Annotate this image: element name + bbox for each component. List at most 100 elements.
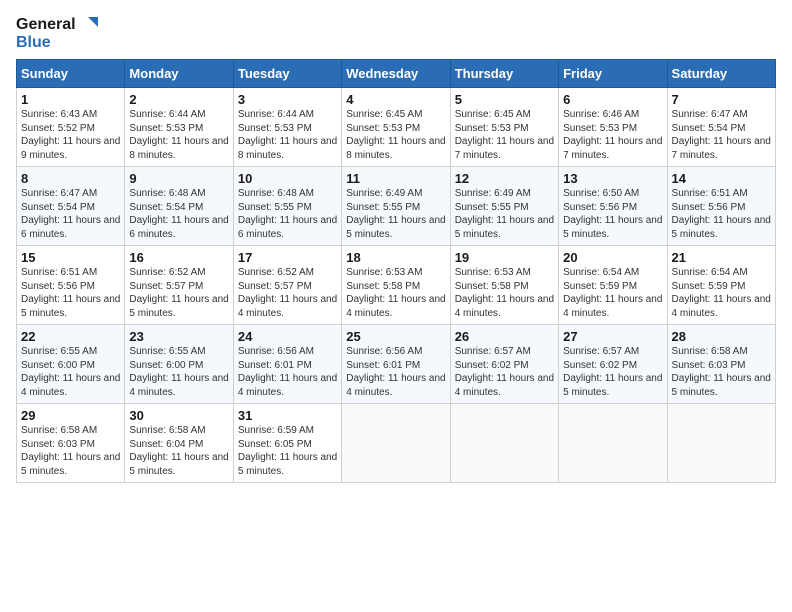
calendar-cell: 26Sunrise: 6:57 AMSunset: 6:02 PMDayligh… — [450, 325, 558, 404]
calendar-cell: 12 Sunrise: 6:49 AMSunset: 5:55 PMDayligh… — [450, 167, 558, 246]
day-number: 1 — [21, 92, 120, 107]
day-number: 27 — [563, 329, 662, 344]
calendar-cell: 23 Sunrise: 6:55 AMSunset: 6:00 PMDayligh… — [125, 325, 233, 404]
day-number: 7 — [672, 92, 771, 107]
day-number: 26 — [455, 329, 554, 344]
day-number: 6 — [563, 92, 662, 107]
logo-text-block: General Blue — [16, 16, 98, 51]
cell-info: Sunrise: 6:57 AMSunset: 6:02 PMDaylight:… — [563, 346, 662, 398]
day-number: 5 — [455, 92, 554, 107]
weekday-header: Thursday — [450, 60, 558, 88]
calendar-cell: 31 Sunrise: 6:59 AMSunset: 6:05 PMDayligh… — [233, 404, 341, 483]
calendar-cell: 6 Sunrise: 6:46 AMSunset: 5:53 PMDaylight… — [559, 88, 667, 167]
calendar-cell — [559, 404, 667, 483]
cell-info: Sunrise: 6:46 AMSunset: 5:53 PMDaylight:… — [563, 109, 662, 161]
calendar-cell: 24Sunrise: 6:56 AMSunset: 6:01 PMDayligh… — [233, 325, 341, 404]
calendar-cell: 9Sunrise: 6:48 AMSunset: 5:54 PMDaylight… — [125, 167, 233, 246]
cell-info: Sunrise: 6:44 AMSunset: 5:53 PMDaylight:… — [129, 109, 228, 161]
calendar-cell: 7Sunrise: 6:47 AMSunset: 5:54 PMDaylight… — [667, 88, 775, 167]
cell-info: Sunrise: 6:44 AMSunset: 5:53 PMDaylight:… — [238, 109, 337, 161]
cell-info: Sunrise: 6:47 AMSunset: 5:54 PMDaylight:… — [21, 188, 120, 240]
calendar-cell: 27 Sunrise: 6:57 AMSunset: 6:02 PMDayligh… — [559, 325, 667, 404]
calendar-cell — [450, 404, 558, 483]
calendar-week-row: 22 Sunrise: 6:55 AMSunset: 6:00 PMDayligh… — [17, 325, 776, 404]
day-number: 17 — [238, 250, 337, 265]
logo-bird-icon — [78, 17, 98, 33]
logo: General Blue — [16, 16, 98, 51]
day-number: 22 — [21, 329, 120, 344]
calendar-cell: 4 Sunrise: 6:45 AMSunset: 5:53 PMDaylight… — [342, 88, 450, 167]
calendar-cell: 19Sunrise: 6:53 AMSunset: 5:58 PMDayligh… — [450, 246, 558, 325]
calendar-body: 1Sunrise: 6:43 AMSunset: 5:52 PMDaylight… — [17, 88, 776, 483]
calendar-cell: 20 Sunrise: 6:54 AMSunset: 5:59 PMDayligh… — [559, 246, 667, 325]
day-number: 25 — [346, 329, 445, 344]
calendar-cell: 30 Sunrise: 6:58 AMSunset: 6:04 PMDayligh… — [125, 404, 233, 483]
calendar-cell: 22 Sunrise: 6:55 AMSunset: 6:00 PMDayligh… — [17, 325, 125, 404]
cell-info: Sunrise: 6:48 AMSunset: 5:54 PMDaylight:… — [129, 188, 228, 240]
day-number: 28 — [672, 329, 771, 344]
cell-info: Sunrise: 6:55 AMSunset: 6:00 PMDaylight:… — [21, 346, 120, 398]
calendar-cell: 14Sunrise: 6:51 AMSunset: 5:56 PMDayligh… — [667, 167, 775, 246]
calendar-cell: 21Sunrise: 6:54 AMSunset: 5:59 PMDayligh… — [667, 246, 775, 325]
calendar-week-row: 15Sunrise: 6:51 AMSunset: 5:56 PMDayligh… — [17, 246, 776, 325]
day-number: 20 — [563, 250, 662, 265]
calendar-cell: 11 Sunrise: 6:49 AMSunset: 5:55 PMDayligh… — [342, 167, 450, 246]
calendar-cell: 2 Sunrise: 6:44 AMSunset: 5:53 PMDaylight… — [125, 88, 233, 167]
day-number: 15 — [21, 250, 120, 265]
day-number: 19 — [455, 250, 554, 265]
day-number: 10 — [238, 171, 337, 186]
weekday-header: Monday — [125, 60, 233, 88]
cell-info: Sunrise: 6:58 AMSunset: 6:03 PMDaylight:… — [21, 425, 120, 477]
cell-info: Sunrise: 6:56 AMSunset: 6:01 PMDaylight:… — [238, 346, 337, 398]
day-number: 8 — [21, 171, 120, 186]
weekday-header: Saturday — [667, 60, 775, 88]
day-number: 29 — [21, 408, 120, 423]
page-header: General Blue — [16, 16, 776, 51]
cell-info: Sunrise: 6:56 AMSunset: 6:01 PMDaylight:… — [346, 346, 445, 398]
calendar-cell: 15Sunrise: 6:51 AMSunset: 5:56 PMDayligh… — [17, 246, 125, 325]
weekday-header: Tuesday — [233, 60, 341, 88]
cell-info: Sunrise: 6:49 AMSunset: 5:55 PMDaylight:… — [455, 188, 554, 240]
calendar-cell: 25 Sunrise: 6:56 AMSunset: 6:01 PMDayligh… — [342, 325, 450, 404]
calendar-table: SundayMondayTuesdayWednesdayThursdayFrid… — [16, 59, 776, 483]
calendar-cell — [667, 404, 775, 483]
day-number: 23 — [129, 329, 228, 344]
cell-info: Sunrise: 6:45 AMSunset: 5:53 PMDaylight:… — [455, 109, 554, 161]
cell-info: Sunrise: 6:59 AMSunset: 6:05 PMDaylight:… — [238, 425, 337, 477]
calendar-week-row: 29 Sunrise: 6:58 AMSunset: 6:03 PMDayligh… — [17, 404, 776, 483]
calendar-cell: 16 Sunrise: 6:52 AMSunset: 5:57 PMDayligh… — [125, 246, 233, 325]
cell-info: Sunrise: 6:49 AMSunset: 5:55 PMDaylight:… — [346, 188, 445, 240]
day-number: 18 — [346, 250, 445, 265]
calendar-week-row: 8 Sunrise: 6:47 AMSunset: 5:54 PMDaylight… — [17, 167, 776, 246]
cell-info: Sunrise: 6:55 AMSunset: 6:00 PMDaylight:… — [129, 346, 228, 398]
cell-info: Sunrise: 6:58 AMSunset: 6:03 PMDaylight:… — [672, 346, 771, 398]
logo-blue: Blue — [16, 34, 51, 52]
cell-info: Sunrise: 6:53 AMSunset: 5:58 PMDaylight:… — [346, 267, 445, 319]
day-number: 31 — [238, 408, 337, 423]
day-number: 21 — [672, 250, 771, 265]
day-number: 11 — [346, 171, 445, 186]
calendar-cell: 5 Sunrise: 6:45 AMSunset: 5:53 PMDaylight… — [450, 88, 558, 167]
calendar-cell: 8 Sunrise: 6:47 AMSunset: 5:54 PMDaylight… — [17, 167, 125, 246]
cell-info: Sunrise: 6:54 AMSunset: 5:59 PMDaylight:… — [563, 267, 662, 319]
day-number: 13 — [563, 171, 662, 186]
day-number: 4 — [346, 92, 445, 107]
weekday-header: Sunday — [17, 60, 125, 88]
day-number: 30 — [129, 408, 228, 423]
calendar-cell: 13Sunrise: 6:50 AMSunset: 5:56 PMDayligh… — [559, 167, 667, 246]
day-number: 14 — [672, 171, 771, 186]
weekday-header: Friday — [559, 60, 667, 88]
day-number: 16 — [129, 250, 228, 265]
calendar-cell: 3Sunrise: 6:44 AMSunset: 5:53 PMDaylight… — [233, 88, 341, 167]
cell-info: Sunrise: 6:58 AMSunset: 6:04 PMDaylight:… — [129, 425, 228, 477]
cell-info: Sunrise: 6:52 AMSunset: 5:57 PMDaylight:… — [129, 267, 228, 319]
calendar-cell: 1Sunrise: 6:43 AMSunset: 5:52 PMDaylight… — [17, 88, 125, 167]
cell-info: Sunrise: 6:45 AMSunset: 5:53 PMDaylight:… — [346, 109, 445, 161]
logo-general: General — [16, 16, 76, 34]
day-number: 12 — [455, 171, 554, 186]
weekday-row: SundayMondayTuesdayWednesdayThursdayFrid… — [17, 60, 776, 88]
calendar-cell: 29 Sunrise: 6:58 AMSunset: 6:03 PMDayligh… — [17, 404, 125, 483]
weekday-header: Wednesday — [342, 60, 450, 88]
day-number: 2 — [129, 92, 228, 107]
calendar-week-row: 1Sunrise: 6:43 AMSunset: 5:52 PMDaylight… — [17, 88, 776, 167]
